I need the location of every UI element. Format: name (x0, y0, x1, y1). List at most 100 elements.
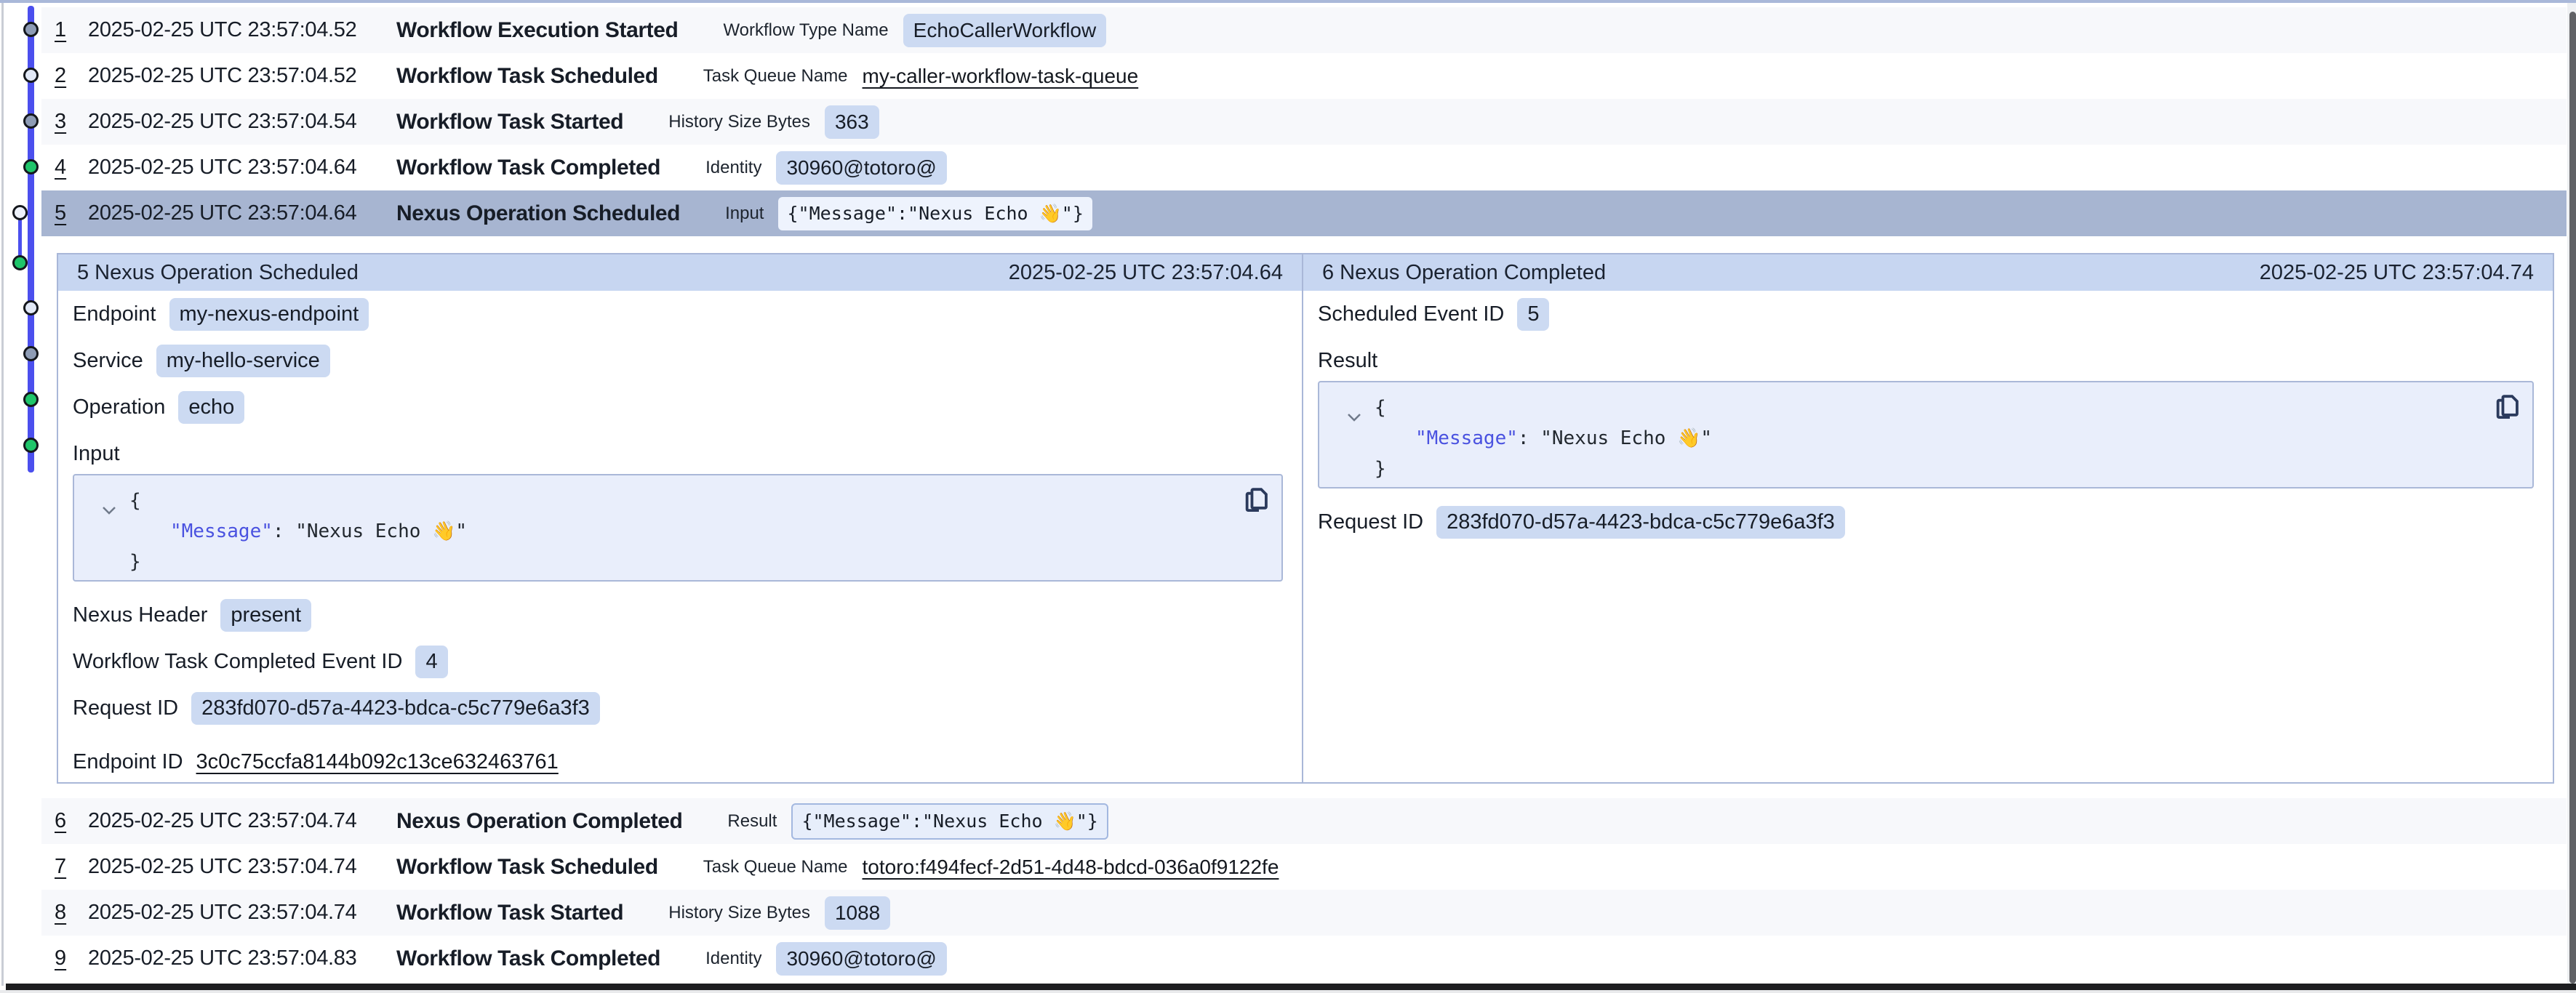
timeline-dot-event-4 (23, 159, 39, 174)
event-timestamp: 2025-02-25 UTC 23:57:04.74 (88, 901, 396, 925)
json-line: { (89, 486, 1267, 516)
event-row-9[interactable]: 9 2025-02-25 UTC 23:57:04.83 Workflow Ta… (41, 936, 2567, 981)
detail-row-operation: Operation echo (73, 393, 1283, 422)
workflow-history-page: { "events": [ { "id": "1", "ts": "2025-0… (0, 0, 2576, 993)
json-key: "Message" (170, 520, 273, 542)
event-id-link[interactable]: 4 (55, 156, 71, 180)
timeline-dot-event-6 (12, 255, 28, 270)
detail-label: Result (1318, 349, 1377, 373)
detail-label: Endpoint (73, 302, 156, 326)
detail-row-scheduled-event-id: Scheduled Event ID 5 (1318, 299, 2534, 329)
event-id-link[interactable]: 2 (55, 64, 71, 88)
detail-value-badge: echo (178, 391, 244, 424)
timeline-dot-event-5 (12, 205, 28, 220)
detail-label: Input (73, 442, 120, 466)
event-detail-label: Input (725, 204, 764, 224)
panel-nexus-operation-scheduled: 5 Nexus Operation Scheduled 2025-02-25 U… (58, 254, 1303, 782)
detail-label: Endpoint ID (73, 750, 183, 774)
detail-value-badge: 283fd070-d57a-4423-bdca-c5c779e6a3f3 (1436, 506, 1845, 539)
result-json-viewer: { "Message": "Nexus Echo 👋" } (1318, 381, 2534, 489)
event-row-8[interactable]: 8 2025-02-25 UTC 23:57:04.74 Workflow Ta… (41, 890, 2567, 936)
event-id-link[interactable]: 1 (55, 18, 71, 42)
event-name: Workflow Task Scheduled (396, 64, 658, 89)
detail-value-badge: 4 (415, 646, 447, 678)
json-line: } (1334, 454, 2518, 484)
event-row-1[interactable]: 1 2025-02-25 UTC 23:57:04.52 Workflow Ex… (41, 7, 2567, 53)
table-bottom-border (6, 984, 2576, 990)
timeline-dot-event-7 (23, 300, 39, 315)
task-queue-link[interactable]: totoro:f494fecf-2d51-4d48-bdcd-036a0f912… (863, 856, 1279, 879)
copy-icon[interactable] (1242, 486, 1270, 516)
json-colon: : (273, 520, 295, 542)
detail-value-badge: 283fd070-d57a-4423-bdca-c5c779e6a3f3 (191, 692, 600, 725)
event-name: Workflow Task Scheduled (396, 855, 658, 880)
json-colon: : (1518, 427, 1540, 449)
event-id-link[interactable]: 8 (55, 901, 71, 925)
event-timestamp: 2025-02-25 UTC 23:57:04.54 (88, 110, 396, 134)
detail-label: Request ID (1318, 510, 1423, 534)
task-queue-link[interactable]: my-caller-workflow-task-queue (863, 65, 1139, 88)
event-detail-label: History Size Bytes (668, 903, 810, 923)
detail-row-nexus-header: Nexus Header present (73, 600, 1283, 630)
event-detail-value-badge: 1088 (825, 896, 890, 930)
event-row-4[interactable]: 4 2025-02-25 UTC 23:57:04.64 Workflow Ta… (41, 145, 2567, 190)
event-detail-value-badge: EchoCallerWorkflow (903, 14, 1107, 47)
scrollbar-thumb[interactable] (2569, 12, 2576, 984)
event-id-link[interactable]: 5 (55, 201, 71, 225)
event-id-link[interactable]: 3 (55, 110, 71, 134)
event-name: Nexus Operation Completed (396, 809, 682, 834)
table-left-border (1, 3, 4, 986)
event-name: Workflow Task Started (396, 901, 623, 925)
detail-row-endpoint: Endpoint my-nexus-endpoint (73, 299, 1283, 329)
detail-label: Request ID (73, 696, 178, 720)
timeline-dot-event-10 (23, 438, 39, 453)
page-background-strip (0, 990, 2576, 993)
panel-title: 6 Nexus Operation Completed (1322, 261, 1606, 285)
panel-body: Endpoint my-nexus-endpoint Service my-he… (58, 291, 1302, 776)
event-detail-label: History Size Bytes (668, 112, 810, 132)
event-timestamp: 2025-02-25 UTC 23:57:04.74 (88, 855, 396, 879)
json-key: "Message" (1415, 427, 1518, 449)
event-name: Workflow Task Completed (396, 946, 660, 971)
panel-title: 5 Nexus Operation Scheduled (77, 261, 359, 285)
panel-timestamp: 2025-02-25 UTC 23:57:04.64 (1009, 261, 1283, 285)
event-detail-value-json: {"Message":"Nexus Echo 👋"} (791, 803, 1108, 840)
json-value: "Nexus Echo 👋" (1540, 427, 1712, 449)
json-line: { (1334, 393, 2518, 423)
event-detail-label: Identity (705, 158, 761, 178)
detail-label: Scheduled Event ID (1318, 302, 1504, 326)
detail-label: Workflow Task Completed Event ID (73, 650, 402, 674)
panel-header[interactable]: 6 Nexus Operation Completed 2025-02-25 U… (1303, 254, 2553, 291)
event-id-link[interactable]: 6 (55, 809, 71, 833)
event-name: Workflow Task Started (396, 110, 623, 134)
detail-label: Nexus Header (73, 603, 207, 627)
endpoint-id-link[interactable]: 3c0c75ccfa8144b092c13ce632463761 (196, 750, 559, 774)
json-value: "Nexus Echo 👋" (295, 520, 467, 542)
event-detail-label: Workflow Type Name (723, 20, 888, 41)
detail-row-result: Result (1318, 346, 2534, 375)
json-line: "Message": "Nexus Echo 👋" (89, 516, 1267, 547)
event-row-7[interactable]: 7 2025-02-25 UTC 23:57:04.74 Workflow Ta… (41, 844, 2567, 890)
event-timestamp: 2025-02-25 UTC 23:57:04.64 (88, 156, 396, 180)
detail-row-service: Service my-hello-service (73, 346, 1283, 375)
timeline-dot-event-9 (23, 392, 39, 407)
timeline-dot-event-3 (23, 113, 39, 129)
event-id-link[interactable]: 9 (55, 946, 71, 970)
timeline-dot-event-1 (23, 22, 39, 37)
detail-value-badge: 5 (1517, 298, 1549, 331)
event-detail-value-badge: 363 (825, 105, 879, 139)
panel-header[interactable]: 5 Nexus Operation Scheduled 2025-02-25 U… (58, 254, 1302, 291)
detail-row-input: Input (73, 439, 1283, 468)
event-row-2[interactable]: 2 2025-02-25 UTC 23:57:04.52 Workflow Ta… (41, 53, 2567, 99)
copy-icon[interactable] (2493, 393, 2521, 423)
json-line: } (89, 547, 1267, 577)
event-timestamp: 2025-02-25 UTC 23:57:04.74 (88, 809, 396, 833)
detail-row-request-id: Request ID 283fd070-d57a-4423-bdca-c5c77… (73, 694, 1283, 723)
detail-value-badge: my-hello-service (156, 345, 330, 377)
event-id-link[interactable]: 7 (55, 855, 71, 879)
event-detail-label: Identity (705, 949, 761, 969)
event-row-3[interactable]: 3 2025-02-25 UTC 23:57:04.54 Workflow Ta… (41, 99, 2567, 145)
event-row-6[interactable]: 6 2025-02-25 UTC 23:57:04.74 Nexus Opera… (41, 798, 2567, 844)
event-row-5-selected[interactable]: 5 2025-02-25 UTC 23:57:04.64 Nexus Opera… (41, 190, 2567, 236)
event-name: Workflow Execution Started (396, 18, 678, 43)
